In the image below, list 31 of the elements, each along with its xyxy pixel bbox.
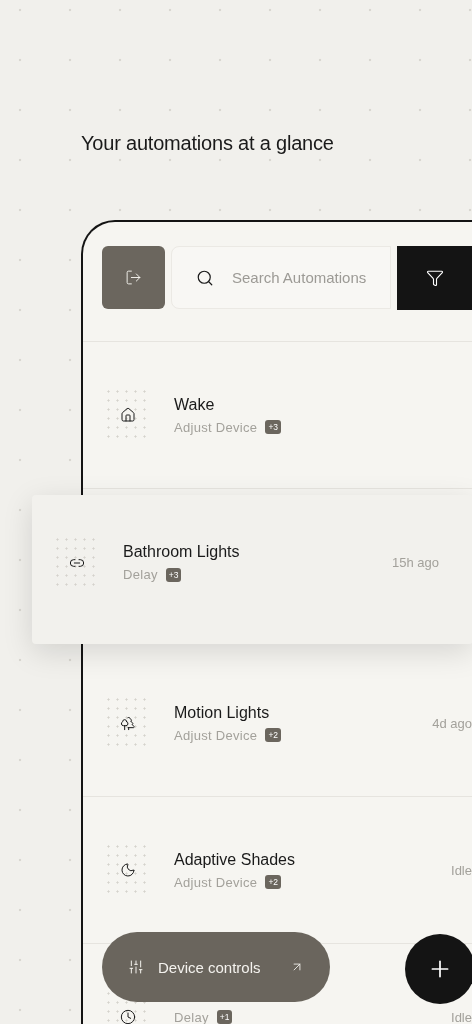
search-icon [196,268,214,287]
count-badge: +3 [265,420,282,434]
exit-icon [125,269,142,286]
automation-icon [120,407,136,423]
sliders-icon [128,959,144,975]
count-badge: +1 [216,1010,233,1024]
automation-action: Delay [174,1009,209,1024]
count-badge: +2 [265,875,282,889]
search-field[interactable]: Search Automations [171,246,391,309]
count-badge: +2 [265,728,282,742]
last-run-time: 4d ago [432,715,472,731]
automation-name: Adaptive Shades [174,850,296,869]
last-run-time: Idle [451,1009,472,1024]
search-input[interactable]: Search Automations [230,268,384,287]
page-heading: Your automations at a glance [80,131,335,156]
count-badge: +3 [165,567,182,582]
automation-action: Adjust Device [174,874,258,890]
automation-action: Adjust Device [174,419,258,435]
filter-icon [426,269,444,287]
last-run-time: Idle [451,862,472,878]
last-run-time: 15h ago [392,555,439,570]
automation-action: Adjust Device [174,727,258,743]
automation-icon [120,715,136,731]
automation-name: Motion Lights [174,703,271,722]
automation-name: Wake [174,395,216,414]
automation-name: Bathroom Lights [123,543,241,561]
device-controls-button[interactable]: Device controls [102,932,330,1002]
automation-action: Delay [123,567,158,582]
automation-icon [120,862,136,878]
exit-button[interactable] [102,246,165,309]
automation-card[interactable]: Bathroom Lights Delay +3 15h ago [32,495,472,644]
